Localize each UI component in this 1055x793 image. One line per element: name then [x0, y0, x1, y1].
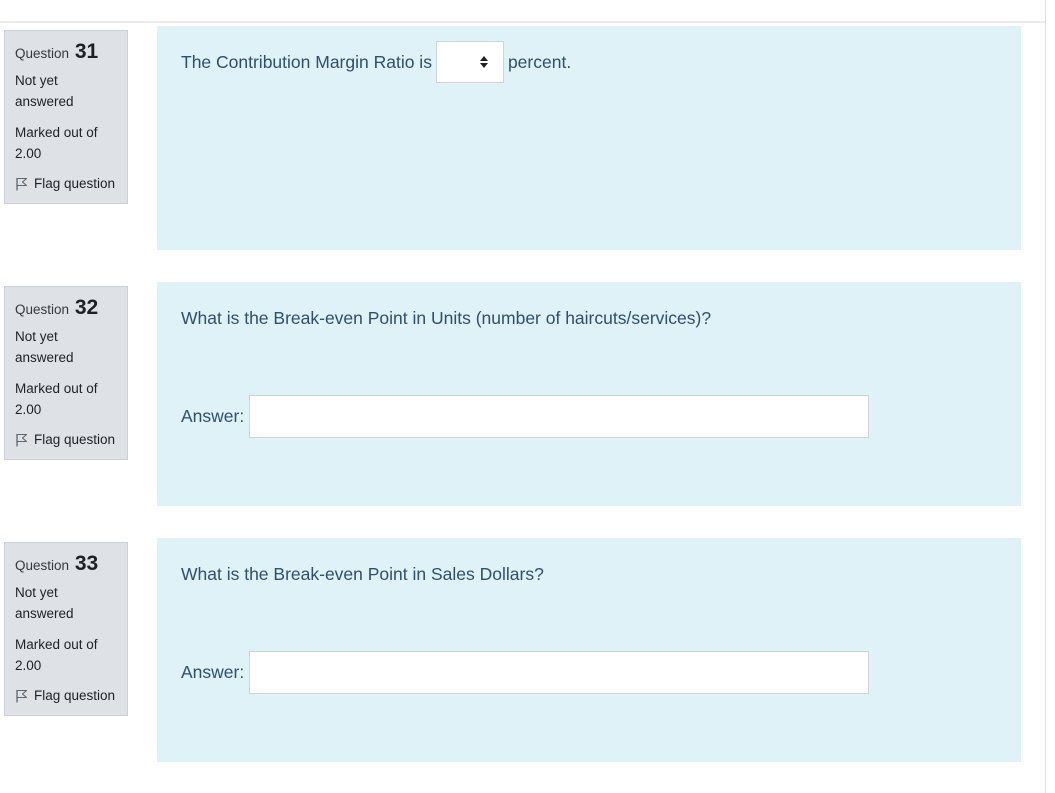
- question-info-panel: Question 32 Not yet answered Marked out …: [4, 286, 128, 460]
- flag-question-label: Flag question: [34, 688, 116, 703]
- question-number: Question 32: [15, 293, 127, 323]
- answer-input[interactable]: [249, 395, 870, 438]
- answer-label: Answer:: [181, 662, 245, 682]
- question-grade: Marked out of 2.00: [15, 381, 98, 417]
- question-33: Question 33 Not yet answered Marked out …: [0, 538, 1045, 762]
- flag-question-link[interactable]: Flag question: [15, 430, 127, 450]
- question-text: The Contribution Margin Ratio is percent…: [181, 41, 571, 83]
- answer-row: Answer:: [181, 395, 870, 438]
- question-number-value: 32: [74, 296, 99, 319]
- question-state: Not yet answered: [15, 585, 74, 621]
- question-31: Question 31 Not yet answered Marked out …: [0, 26, 1045, 250]
- question-number-value: 33: [74, 552, 99, 575]
- flag-question-link[interactable]: Flag question: [15, 174, 127, 194]
- flag-outline-icon: [16, 177, 28, 191]
- question-text: What is the Break-even Point in Units (n…: [181, 308, 712, 328]
- question-state: Not yet answered: [15, 329, 74, 365]
- flag-outline-icon: [16, 433, 28, 447]
- question-text-before: The Contribution Margin Ratio is: [181, 51, 432, 72]
- flag-question-label: Flag question: [34, 176, 116, 191]
- question-text-after: percent.: [507, 51, 572, 72]
- up-down-caret-icon: [479, 56, 488, 68]
- question-info-panel: Question 31 Not yet answered Marked out …: [4, 30, 128, 204]
- question-content: What is the Break-even Point in Units (n…: [157, 282, 1021, 506]
- question-grade: Marked out of 2.00: [15, 637, 98, 673]
- top-bar: [0, 0, 1045, 23]
- question-number-value: 31: [74, 40, 99, 63]
- flag-question-label: Flag question: [34, 432, 116, 447]
- answer-row: Answer:: [181, 651, 870, 694]
- question-number: Question 31: [15, 37, 127, 67]
- question-label: Question: [15, 46, 70, 61]
- answer-label: Answer:: [181, 406, 245, 426]
- question-state: Not yet answered: [15, 73, 74, 109]
- question-text: What is the Break-even Point in Sales Do…: [181, 564, 544, 584]
- flag-question-link[interactable]: Flag question: [15, 686, 127, 706]
- flag-outline-icon: [16, 689, 28, 703]
- answer-select[interactable]: [435, 41, 504, 83]
- answer-input[interactable]: [249, 651, 870, 694]
- question-label: Question: [15, 558, 70, 573]
- question-content: The Contribution Margin Ratio is percent…: [157, 26, 1021, 250]
- question-label: Question: [15, 302, 70, 317]
- question-grade: Marked out of 2.00: [15, 125, 98, 161]
- question-number: Question 33: [15, 549, 127, 579]
- page-right-border: [1045, 0, 1046, 793]
- question-content: What is the Break-even Point in Sales Do…: [157, 538, 1021, 762]
- question-info-panel: Question 33 Not yet answered Marked out …: [4, 542, 128, 716]
- question-32: Question 32 Not yet answered Marked out …: [0, 282, 1045, 506]
